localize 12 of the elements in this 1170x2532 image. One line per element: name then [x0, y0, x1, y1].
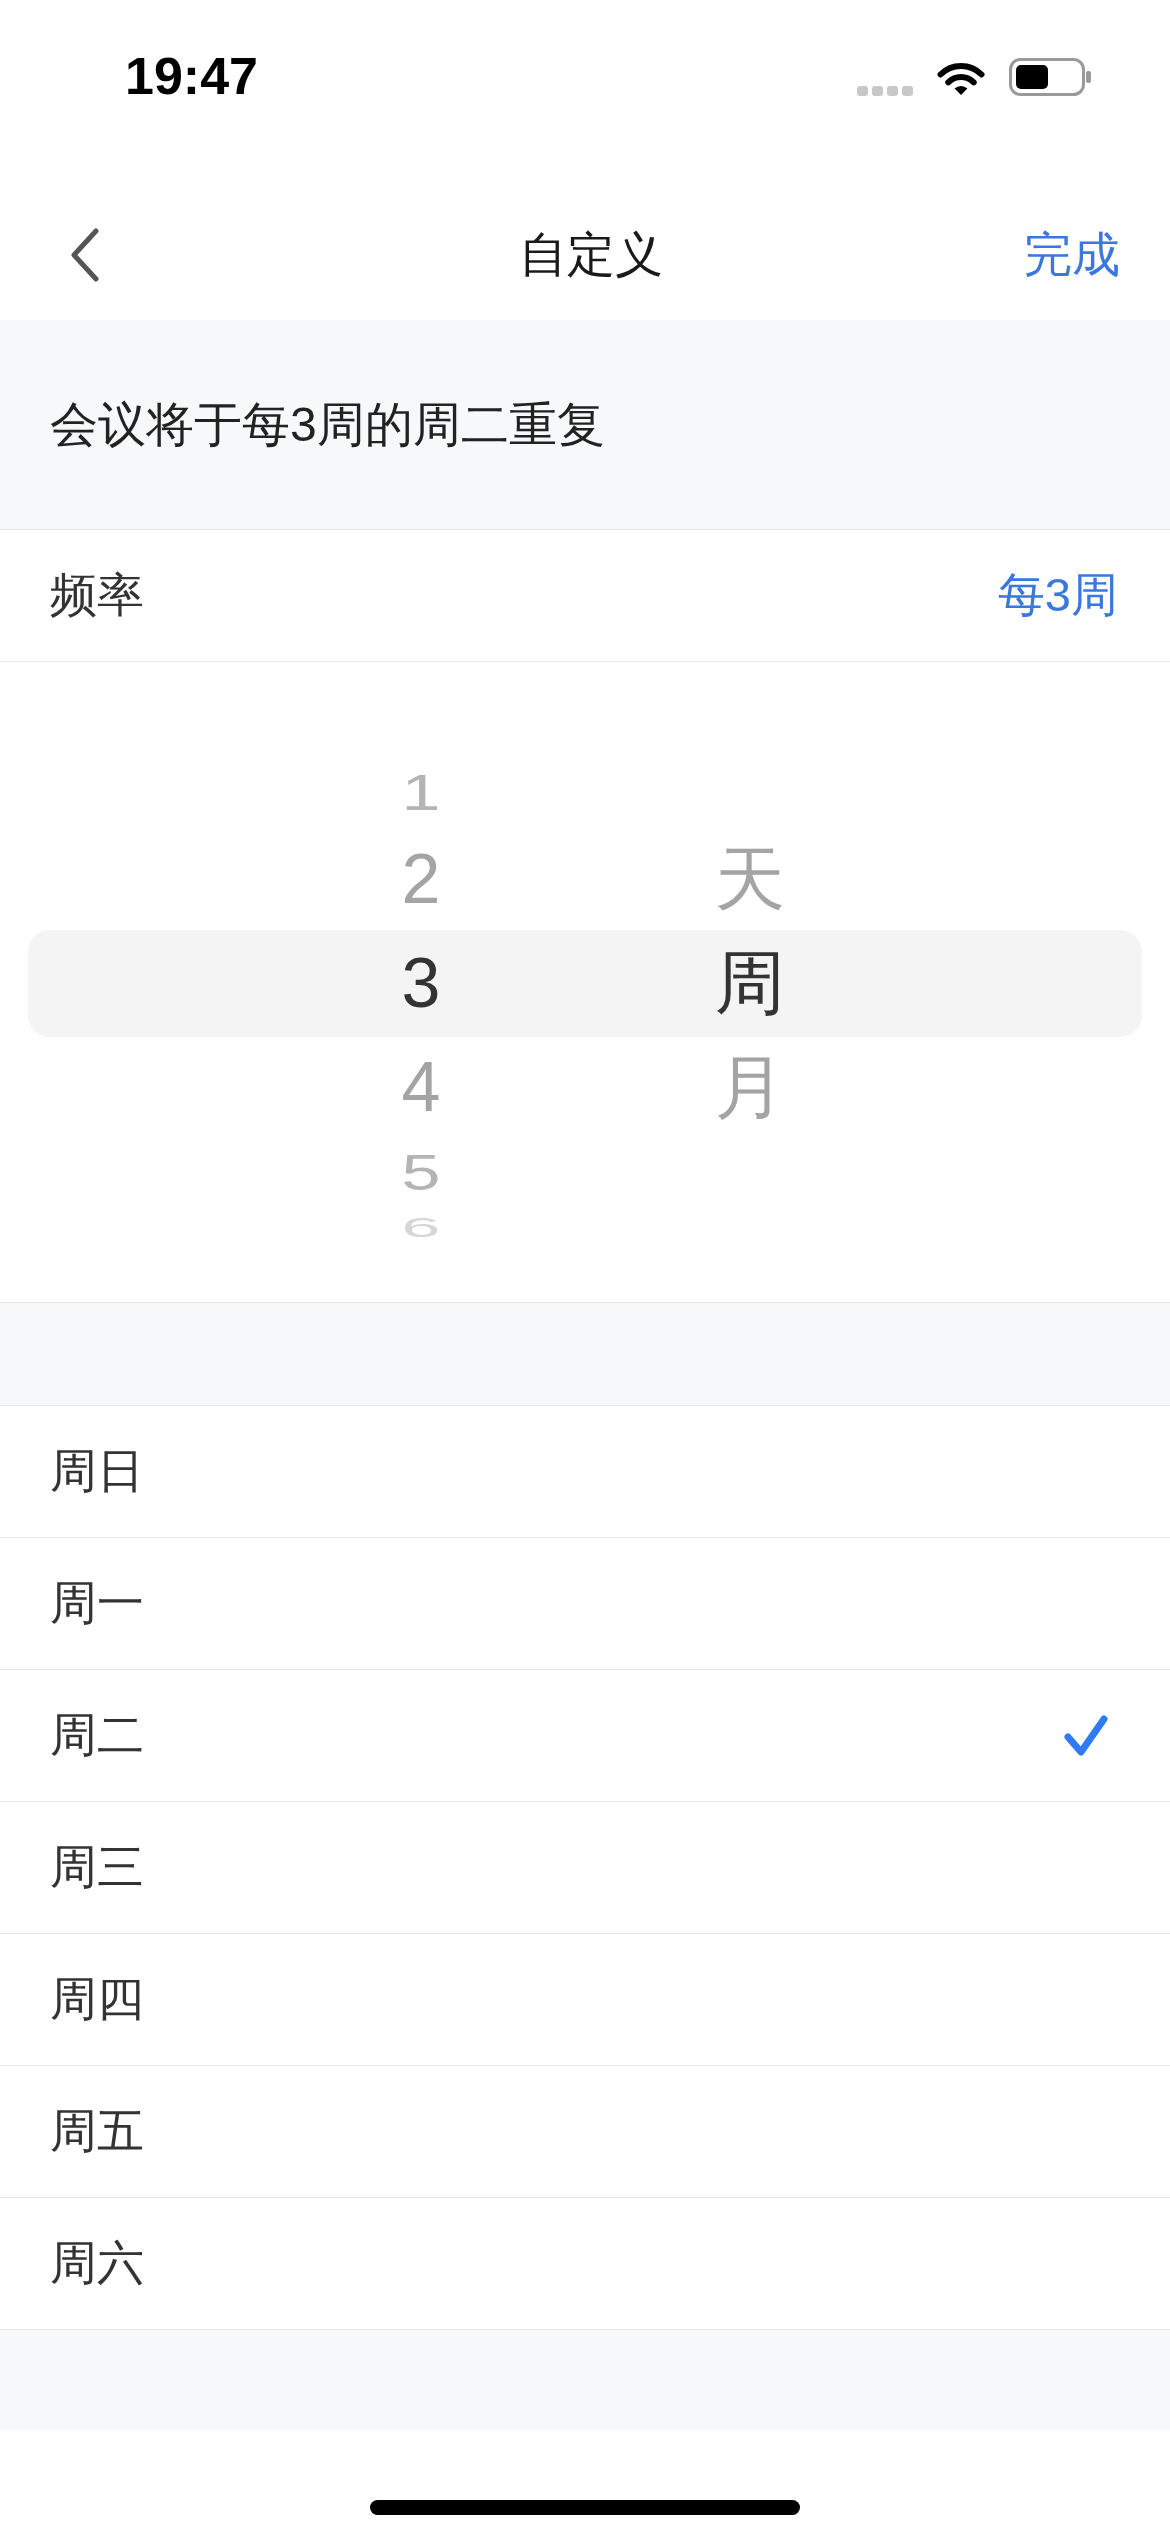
- picker-item[interactable]: 3: [401, 948, 441, 1018]
- done-button[interactable]: 完成: [1024, 223, 1120, 287]
- battery-icon: [1009, 58, 1091, 96]
- wifi-icon: [937, 62, 985, 96]
- picker-item[interactable]: 周: [715, 948, 785, 1018]
- status-time: 19:47: [125, 46, 258, 106]
- frequency-label: 频率: [50, 567, 144, 623]
- signal-icon: [857, 86, 913, 96]
- chevron-left-icon: [70, 228, 100, 282]
- frequency-value[interactable]: 每3周: [997, 564, 1118, 627]
- summary-text: 会议将于每3周的周二重复: [50, 396, 605, 453]
- nav-title: 自定义: [519, 227, 663, 283]
